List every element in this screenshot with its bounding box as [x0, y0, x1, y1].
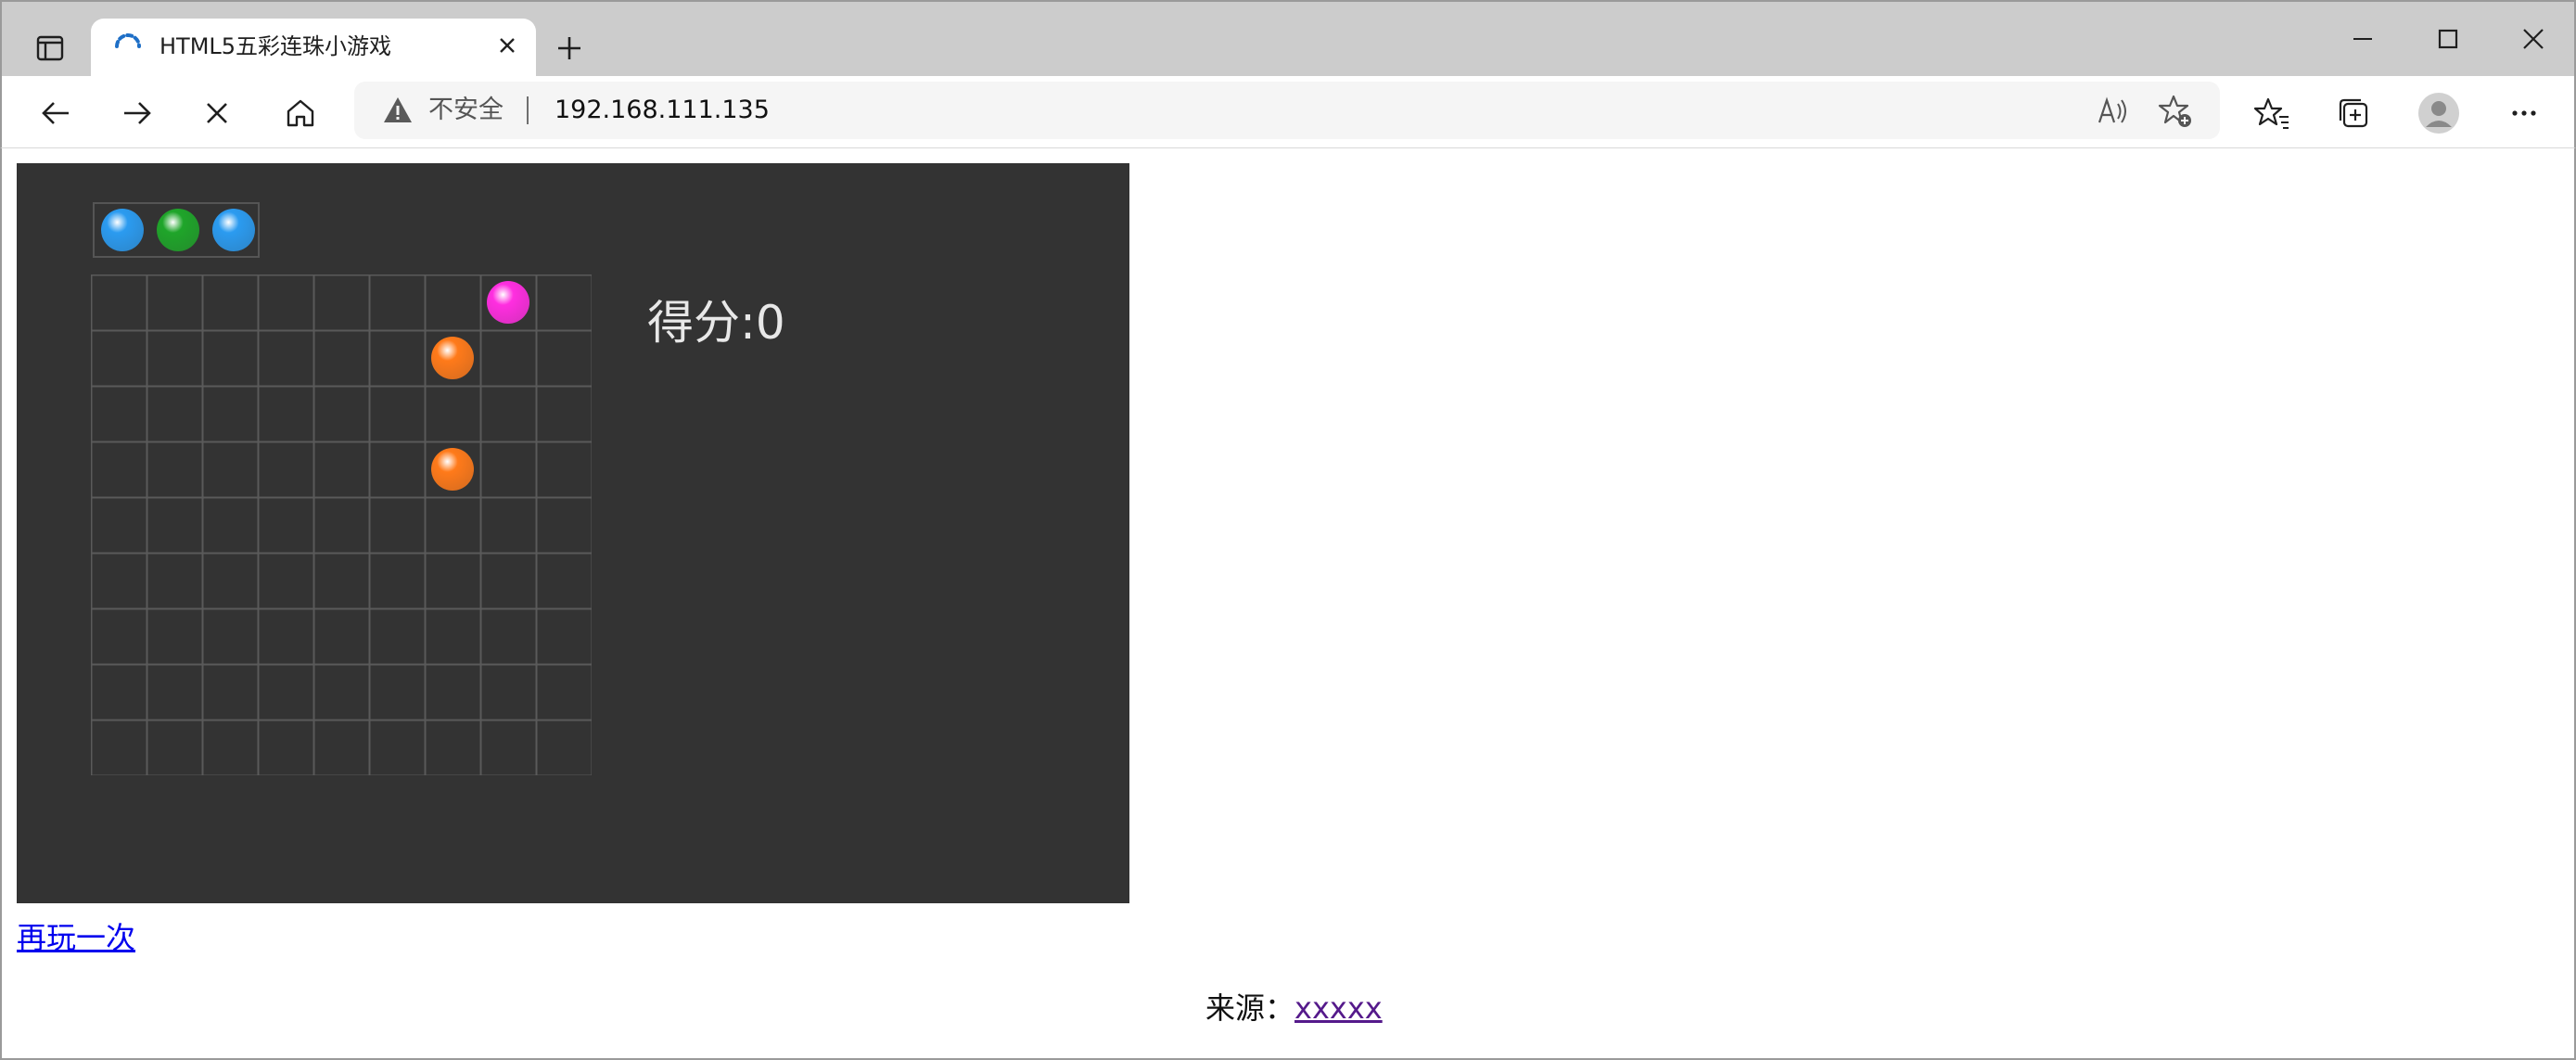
security-status-label[interactable]: 不安全	[428, 82, 504, 139]
next-ball-green	[157, 209, 199, 251]
collections-button[interactable]	[2327, 87, 2379, 139]
address-divider	[527, 96, 529, 124]
next-ball-blue	[212, 209, 255, 251]
minimize-icon[interactable]	[2335, 11, 2391, 67]
stop-x-icon	[207, 103, 227, 123]
new-tab-icon[interactable]	[547, 26, 592, 70]
ball-orange[interactable]	[431, 337, 474, 379]
score-label: 得分:0	[647, 296, 785, 350]
loading-spinner-icon	[115, 33, 141, 48]
tab-actions-icon	[36, 35, 64, 61]
window-border-left	[0, 148, 2, 1060]
ball-orange[interactable]	[431, 448, 474, 491]
warning-triangle-icon[interactable]	[382, 95, 414, 126]
next-balls-svg	[101, 209, 255, 251]
browser-tab-active[interactable]: HTML5五彩连珠小游戏	[91, 19, 536, 78]
game-canvas[interactable]: 得分:0	[17, 163, 1129, 903]
add-favorite-icon[interactable]	[2157, 93, 2194, 130]
browser-titlebar: HTML5五彩连珠小游戏	[0, 0, 2576, 78]
browser-toolbar: 不安全 192.168.111.135	[0, 76, 2576, 148]
forward-arrow-icon	[124, 102, 151, 124]
forward-button[interactable]	[111, 87, 163, 139]
tab-actions-button[interactable]	[22, 26, 78, 70]
source-line: 来源：xxxxx	[1205, 985, 1383, 1028]
replay-link[interactable]: 再玩一次	[17, 914, 135, 957]
source-prefix: 来源：	[1205, 990, 1295, 1026]
profile-button[interactable]	[2413, 87, 2465, 139]
maximize-icon[interactable]	[2420, 11, 2476, 67]
next-balls-preview	[93, 202, 260, 258]
back-button[interactable]	[30, 87, 82, 139]
settings-more-button[interactable]	[2498, 87, 2550, 139]
next-ball-blue	[101, 209, 144, 251]
game-board[interactable]	[91, 275, 592, 775]
back-arrow-icon	[42, 102, 69, 124]
home-button[interactable]	[274, 87, 326, 139]
read-aloud-icon[interactable]	[2094, 93, 2131, 130]
source-link[interactable]: xxxxx	[1294, 990, 1383, 1026]
stop-loading-button[interactable]	[191, 87, 243, 139]
tab-close-icon[interactable]	[493, 32, 521, 59]
home-icon	[287, 99, 314, 127]
more-dots-icon	[2512, 110, 2536, 116]
favorites-button[interactable]	[2246, 87, 2298, 139]
url-text[interactable]: 192.168.111.135	[555, 82, 770, 139]
favorites-star-icon	[2253, 97, 2289, 129]
collections-icon	[2339, 98, 2368, 128]
tab-title: HTML5五彩连珠小游戏	[159, 33, 392, 59]
avatar-icon	[2418, 93, 2459, 134]
close-window-icon[interactable]	[2506, 11, 2561, 67]
ball-magenta[interactable]	[487, 281, 529, 324]
address-bar[interactable]: 不安全 192.168.111.135	[354, 82, 2220, 139]
